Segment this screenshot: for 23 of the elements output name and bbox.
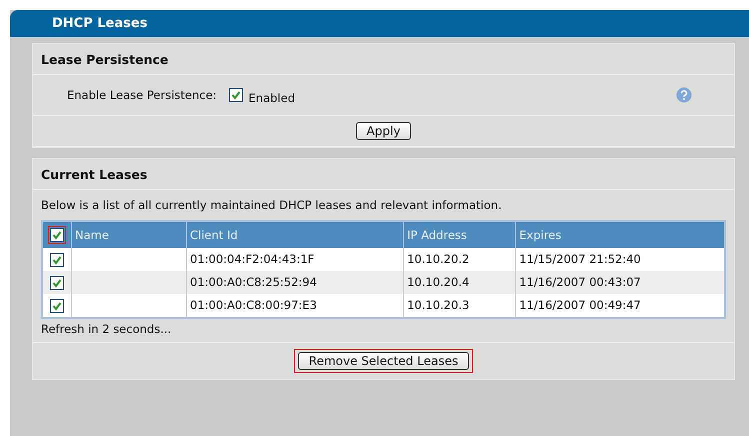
row-checkbox[interactable] [50,276,64,290]
row-checkbox[interactable] [50,298,64,313]
table-cell: 10.10.20.4 [404,270,516,294]
checkbox-label: Enabled [248,90,296,104]
column-header: Expires [516,221,725,248]
checkbox[interactable] [228,88,243,102]
column-header: IP Address [404,221,516,248]
table-cell: 10.10.20.3 [404,294,516,318]
table-cell: 01:00:A0:C8:25:52:94 [186,270,404,294]
field-label: Enable Lease Persistence: [67,88,217,102]
table-cell: 01:00:A0:C8:00:97:E3 [186,294,404,318]
section-title: Current Leases [33,159,734,190]
column-header: Client Id [186,221,404,248]
row-checkbox[interactable] [50,252,64,267]
apply-button[interactable]: Apply [356,122,412,140]
table-cell: 11/16/2007 00:43:07 [516,270,725,294]
column-header: Name [72,221,186,248]
table-cell: 11/16/2007 00:49:47 [516,294,725,318]
panel-title: DHCP Leases [10,10,749,37]
section-title: Lease Persistence [33,44,734,75]
refresh-notice: Refresh in 2 seconds... [40,320,172,338]
description-text: Below is a list of all currently maintained DHCP leases and relevant information. [40,197,503,214]
remove-button[interactable]: Remove Selected Leases [298,352,470,370]
